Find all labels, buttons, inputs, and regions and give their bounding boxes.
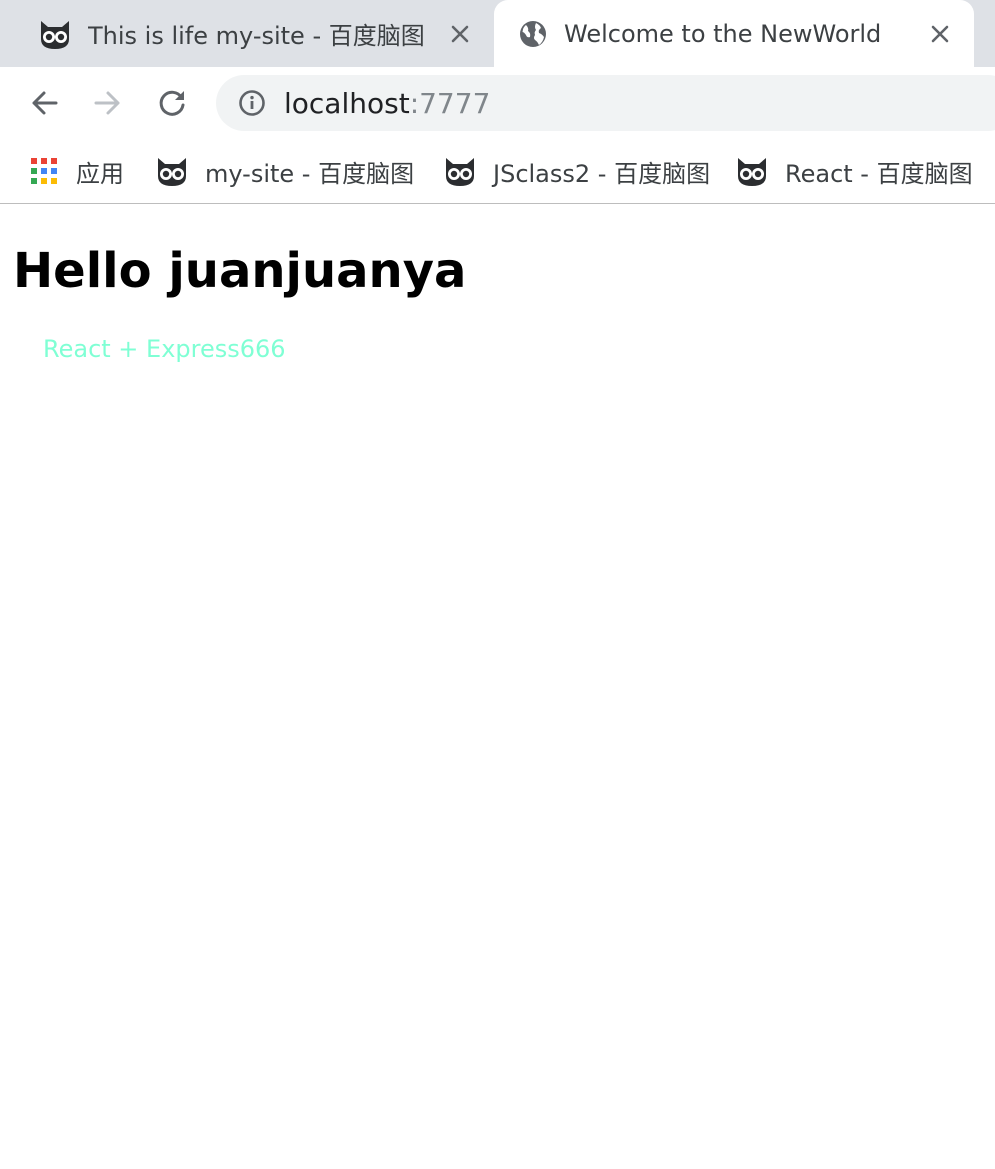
tab-strip-edge [978,0,995,67]
tab-welcome[interactable]: Welcome to the NewWorld [494,0,974,67]
info-icon[interactable] [238,89,266,117]
page-content: Hello juanjuanya React + Express666 [0,204,995,1169]
close-icon[interactable] [928,22,952,46]
bookmark-label: React - 百度脑图 [785,159,973,188]
arrow-left-icon [29,88,59,118]
bookmark-jsclass2[interactable]: JSclass2 - 百度脑图 [443,151,710,191]
bookmarks-bar: 应用 my-site - 百度脑图 JSclass2 - 百度脑图 React … [0,139,995,204]
bookmark-label: 应用 [76,159,124,188]
reload-icon [157,88,187,118]
toolbar: localhost:7777 [0,67,995,139]
bookmark-my-site[interactable]: my-site - 百度脑图 [155,151,414,191]
owl-icon [38,17,72,51]
arrow-right-icon [93,88,123,118]
tab-my-site[interactable]: This is life my-site - 百度脑图 [0,0,494,67]
page-heading: Hello juanjuanya [13,243,467,299]
owl-icon [443,154,477,188]
address-bar[interactable]: localhost:7777 [216,75,995,131]
tab-strip: This is life my-site - 百度脑图 Welcome to t… [0,0,995,67]
url-port: :7777 [409,86,491,120]
page-subtitle: React + Express666 [43,335,286,363]
reload-button[interactable] [152,83,192,123]
bookmark-label: my-site - 百度脑图 [205,159,415,188]
forward-button[interactable] [88,83,128,123]
bookmark-react[interactable]: React - 百度脑图 [735,151,973,191]
apps-grid-icon [30,157,58,185]
bookmark-label: JSclass2 - 百度脑图 [493,159,711,188]
globe-icon [518,19,548,49]
tab-title: Welcome to the NewWorld [564,19,882,48]
url-text: localhost:7777 [284,87,490,120]
bookmark-apps[interactable]: 应用 [30,151,124,191]
url-host: localhost [284,86,410,120]
tab-title: This is life my-site - 百度脑图 [88,22,425,50]
owl-icon [735,154,769,188]
back-button[interactable] [24,83,64,123]
owl-icon [155,154,189,188]
close-icon[interactable] [448,22,472,46]
